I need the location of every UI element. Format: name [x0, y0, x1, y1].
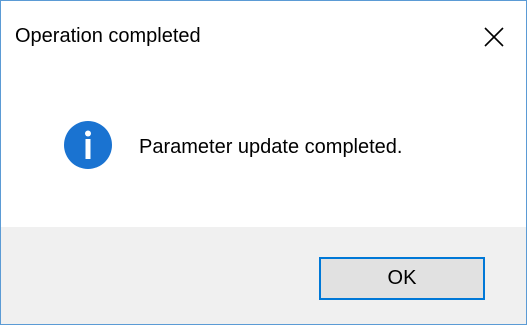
- close-icon: [484, 27, 504, 47]
- dialog-title: Operation completed: [15, 25, 201, 47]
- focus-ring: [322, 260, 482, 297]
- title-bar: Operation completed: [1, 1, 526, 81]
- button-bar: OK: [1, 227, 526, 324]
- info-icon: [64, 121, 112, 169]
- dialog-content: Parameter update completed.: [1, 81, 526, 227]
- dialog-message: Parameter update completed.: [139, 136, 403, 158]
- ok-button[interactable]: OK: [319, 257, 485, 300]
- message-dialog: Operation completed Parameter update com…: [0, 0, 527, 325]
- close-button[interactable]: [462, 1, 526, 73]
